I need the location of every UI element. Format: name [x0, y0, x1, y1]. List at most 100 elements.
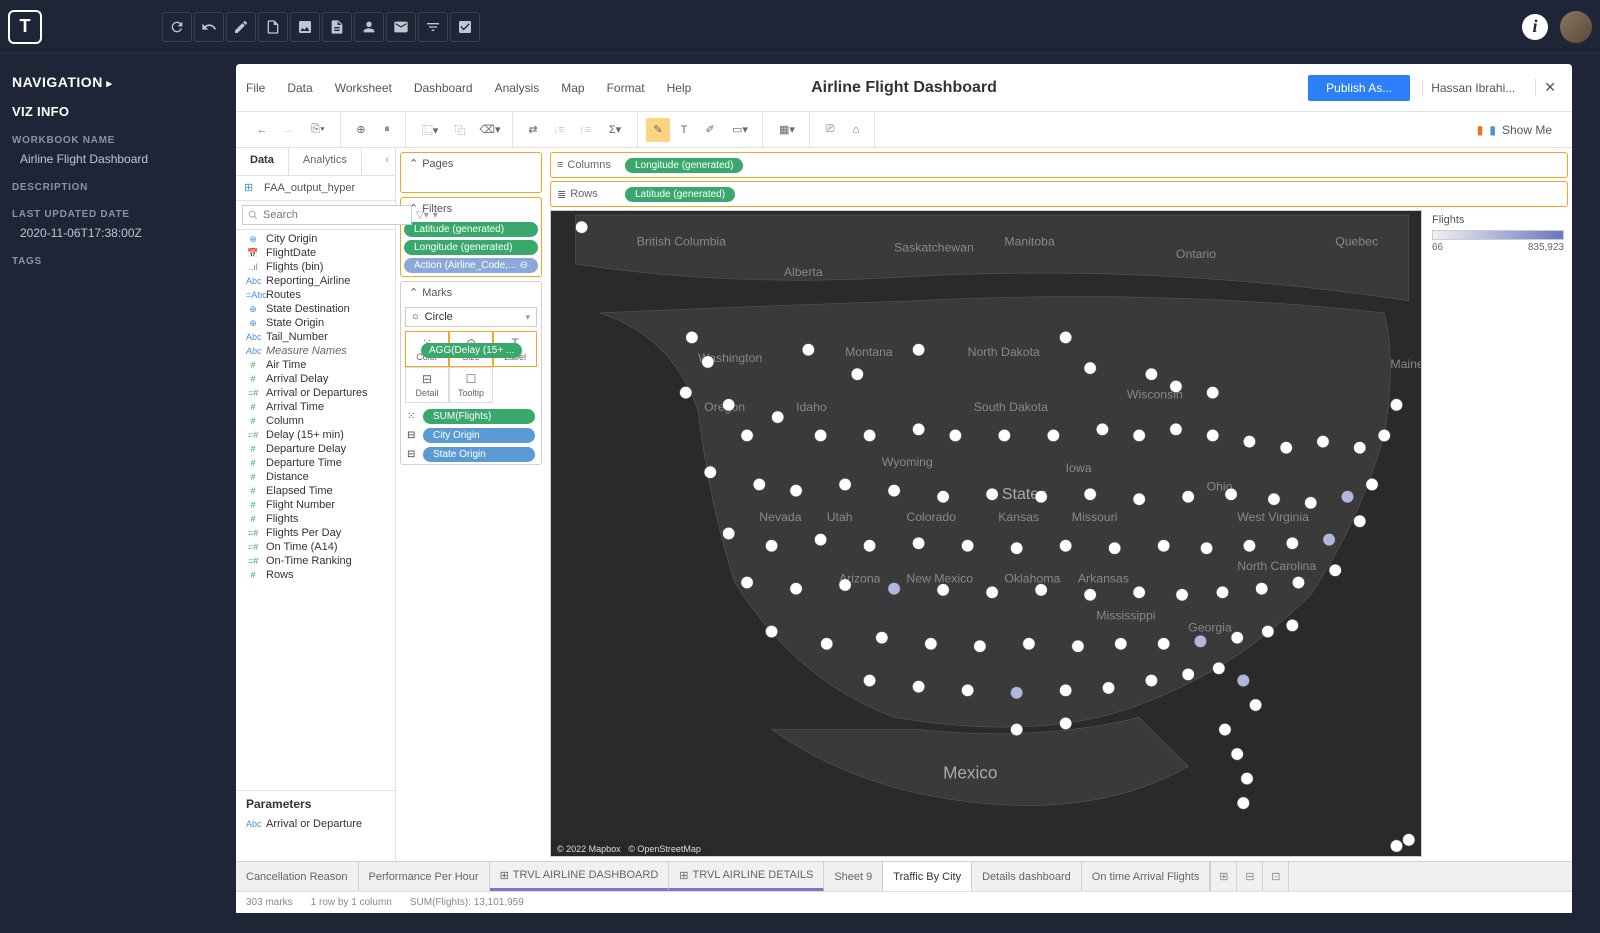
map-marker[interactable] [702, 356, 714, 368]
legend-gradient[interactable] [1432, 230, 1564, 240]
field-item[interactable]: ⊕State Destination [236, 302, 395, 316]
map-marker[interactable] [1237, 797, 1249, 809]
save-icon[interactable]: ⎘▾ [302, 118, 334, 142]
map-attribution-osm[interactable]: © OpenStreetMap [628, 844, 701, 854]
sheet-tab[interactable]: ⊞ TRVL AIRLINE DETAILS [669, 862, 824, 891]
field-item[interactable]: AbcTail_Number [236, 330, 395, 344]
sheet-tab[interactable]: ⊞ TRVL AIRLINE DASHBOARD [490, 862, 670, 891]
person-icon[interactable] [354, 12, 384, 42]
map-marker[interactable] [1133, 586, 1145, 598]
map-attribution-mapbox[interactable]: © 2022 Mapbox [557, 844, 621, 854]
pdf-icon[interactable] [258, 12, 288, 42]
field-item[interactable]: #Flights [236, 512, 395, 526]
map-marker[interactable] [863, 674, 875, 686]
map-marker[interactable] [1096, 423, 1108, 435]
columns-pill[interactable]: Longitude (generated) [625, 158, 743, 173]
map-marker[interactable] [1047, 429, 1059, 441]
menu-format[interactable]: Format [605, 77, 647, 99]
map-marker[interactable] [912, 681, 924, 693]
map-marker[interactable] [1390, 399, 1402, 411]
map-marker[interactable] [1084, 362, 1096, 374]
forward-icon[interactable]: → [276, 118, 300, 142]
sheet-tab[interactable]: Sheet 9 [824, 862, 883, 891]
analytics-tab[interactable]: Analytics [289, 148, 362, 175]
map-marker[interactable] [1072, 640, 1084, 652]
map-marker[interactable] [1231, 632, 1243, 644]
map-marker[interactable] [1219, 723, 1231, 735]
menu-help[interactable]: Help [665, 77, 694, 99]
fit-icon[interactable]: ▭▾ [724, 118, 756, 142]
map-marker[interactable] [1213, 662, 1225, 674]
map-marker[interactable] [949, 429, 961, 441]
map-marker[interactable] [1011, 723, 1023, 735]
field-item[interactable]: #Arrival Time [236, 400, 395, 414]
map-marker[interactable] [1060, 684, 1072, 696]
menu-worksheet[interactable]: Worksheet [333, 77, 394, 99]
rows-pill[interactable]: Latitude (generated) [625, 187, 735, 202]
sort-asc-icon[interactable]: ↓≡ [547, 118, 571, 142]
map-marker[interactable] [765, 540, 777, 552]
map-marker[interactable] [814, 429, 826, 441]
field-item[interactable]: =#On Time (A14) [236, 540, 395, 554]
new-sheet-icon[interactable]: ⊞ [1211, 862, 1237, 891]
filter-pill-action[interactable]: Action (Airline_Code,...⊖ [404, 258, 538, 273]
map-marker[interactable] [723, 527, 735, 539]
data-tab[interactable]: Data [236, 148, 289, 175]
field-item[interactable]: AbcReporting_Airline [236, 274, 395, 288]
filters-shelf[interactable]: ⌃Filters [401, 198, 541, 219]
filter-pill-longitude[interactable]: Longitude (generated) [404, 240, 538, 255]
menu-dashboard[interactable]: Dashboard [412, 77, 475, 99]
map-marker[interactable] [839, 579, 851, 591]
field-item[interactable]: #Elapsed Time [236, 484, 395, 498]
field-item[interactable]: =AbcRoutes [236, 288, 395, 302]
map-marker[interactable] [1341, 491, 1353, 503]
map-marker[interactable] [961, 540, 973, 552]
menu-analysis[interactable]: Analysis [493, 77, 542, 99]
map-marker[interactable] [1354, 442, 1366, 454]
map-marker[interactable] [1133, 493, 1145, 505]
map-marker[interactable] [1084, 589, 1096, 601]
map-marker[interactable] [1241, 772, 1253, 784]
map-marker[interactable] [1145, 674, 1157, 686]
device-icon[interactable]: ⌂ [844, 118, 868, 142]
map-marker[interactable] [863, 429, 875, 441]
publish-button[interactable]: Publish As... [1308, 75, 1410, 101]
map-marker[interactable] [790, 583, 802, 595]
map-marker[interactable] [925, 638, 937, 650]
map-marker[interactable] [1286, 619, 1298, 631]
user-name[interactable]: Hassan Ibrahi... [1422, 81, 1523, 95]
map-marker[interactable] [1256, 583, 1268, 595]
navigation-heading[interactable]: NAVIGATION [12, 74, 196, 90]
map-marker[interactable] [1268, 493, 1280, 505]
pause-icon[interactable]: ⏸ [375, 118, 399, 142]
mark-pill[interactable]: SUM(Flights) [423, 409, 535, 424]
parameter-item[interactable]: AbcArrival or Departure [236, 817, 395, 831]
map-marker[interactable] [1158, 540, 1170, 552]
map-marker[interactable] [961, 684, 973, 696]
map-marker[interactable] [1176, 589, 1188, 601]
map-marker[interactable] [704, 466, 716, 478]
map-view[interactable]: British Columbia Alberta Saskatchewan Ma… [550, 210, 1422, 857]
map-marker[interactable] [790, 484, 802, 496]
map-marker[interactable] [1216, 586, 1228, 598]
map-marker[interactable] [1194, 635, 1206, 647]
map-marker[interactable] [680, 386, 692, 398]
field-item[interactable]: #Departure Time [236, 456, 395, 470]
map-marker[interactable] [1403, 834, 1415, 846]
map-marker[interactable] [1115, 638, 1127, 650]
sheet-tab[interactable]: On time Arrival Flights [1082, 862, 1211, 891]
remove-pill-icon[interactable]: ⊖ [520, 260, 528, 271]
map-marker[interactable] [1243, 435, 1255, 447]
mark-pill[interactable]: State Origin [423, 447, 535, 462]
map-marker[interactable] [912, 537, 924, 549]
duplicate-icon[interactable]: ⿻ [448, 118, 472, 142]
sheet-tab[interactable]: Traffic By City [883, 862, 972, 891]
map-marker[interactable] [1378, 429, 1390, 441]
map-marker[interactable] [1305, 497, 1317, 509]
field-item[interactable]: #Departure Delay [236, 442, 395, 456]
presentation-icon[interactable]: ⎚ [818, 118, 842, 142]
field-item[interactable]: 📅FlightDate [236, 246, 395, 260]
mark-pill[interactable]: City Origin [423, 428, 535, 443]
map-marker[interactable] [1011, 687, 1023, 699]
map-marker[interactable] [986, 488, 998, 500]
